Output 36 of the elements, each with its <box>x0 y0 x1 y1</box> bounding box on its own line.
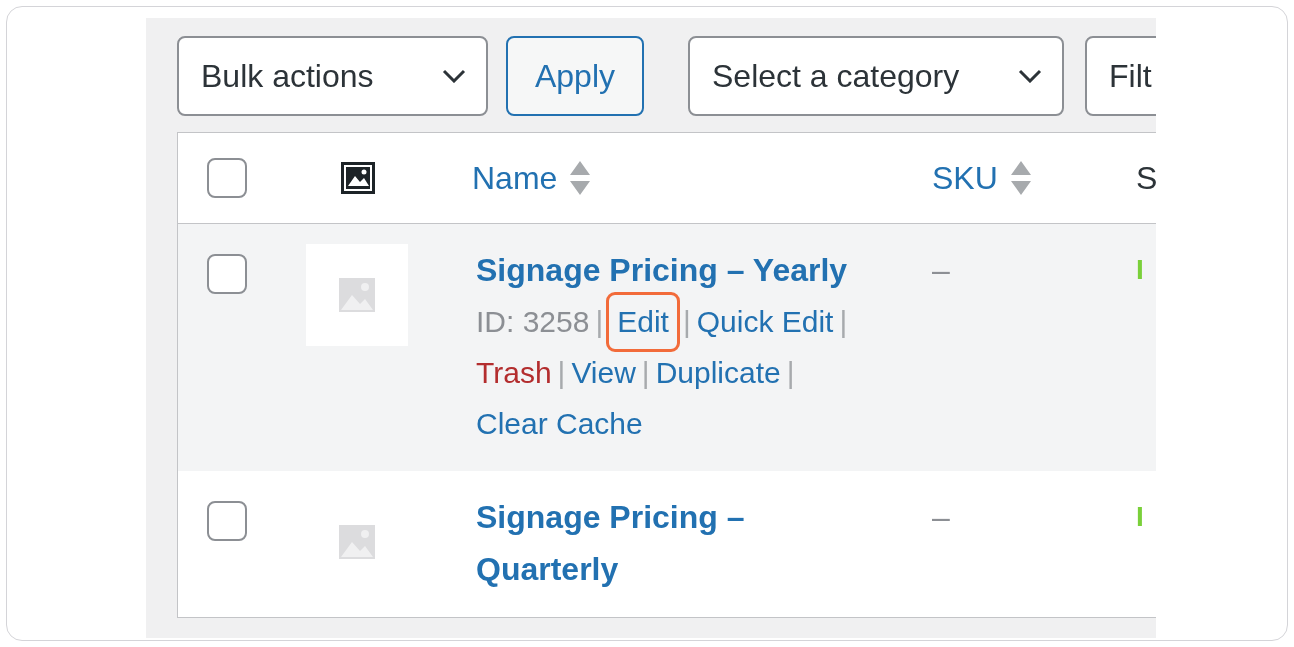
chevron-down-icon <box>442 69 466 83</box>
stock-status: I <box>1136 501 1144 532</box>
filter-select[interactable]: Filt <box>1085 36 1156 116</box>
image-placeholder-icon <box>338 524 376 560</box>
sku-value: – <box>932 499 950 535</box>
image-icon <box>341 162 375 194</box>
checkbox[interactable] <box>207 501 247 541</box>
stock-status: I <box>1136 254 1144 285</box>
sort-arrows-icon[interactable] <box>569 160 592 196</box>
column-header[interactable]: SKU <box>932 154 998 202</box>
column-header[interactable]: Name <box>472 154 558 202</box>
separator: | <box>838 304 849 340</box>
image-placeholder-icon <box>338 277 376 313</box>
separator: | <box>640 355 651 391</box>
product-name-link[interactable]: Signage Pricing – Quarterly <box>476 491 881 595</box>
category-select[interactable]: Select a category <box>688 36 1064 116</box>
sort-arrows-icon[interactable] <box>1009 160 1032 196</box>
apply-button[interactable]: Apply <box>506 36 644 116</box>
row-action-link[interactable]: View <box>571 347 636 398</box>
separator: | <box>681 304 692 340</box>
row-action-link[interactable]: Clear Cache <box>476 398 643 449</box>
separator: | <box>785 355 796 391</box>
checkbox[interactable] <box>207 158 247 198</box>
separator: | <box>556 355 567 391</box>
bulk-actions-select[interactable]: Bulk actions <box>177 36 488 116</box>
row-action-link[interactable]: Edit <box>609 294 677 349</box>
separator: | <box>594 304 605 340</box>
row-action-link[interactable]: Trash <box>476 347 552 398</box>
sku-value: – <box>932 252 950 288</box>
column-header: S <box>1136 159 1156 198</box>
row-action-link[interactable]: Duplicate <box>655 347 781 398</box>
product-name-link[interactable]: Signage Pricing – Yearly <box>476 244 881 296</box>
product-id: ID: 3258 <box>476 304 590 340</box>
chevron-down-icon <box>1018 69 1042 83</box>
row-action-link[interactable]: Quick Edit <box>696 296 834 347</box>
checkbox[interactable] <box>207 254 247 294</box>
